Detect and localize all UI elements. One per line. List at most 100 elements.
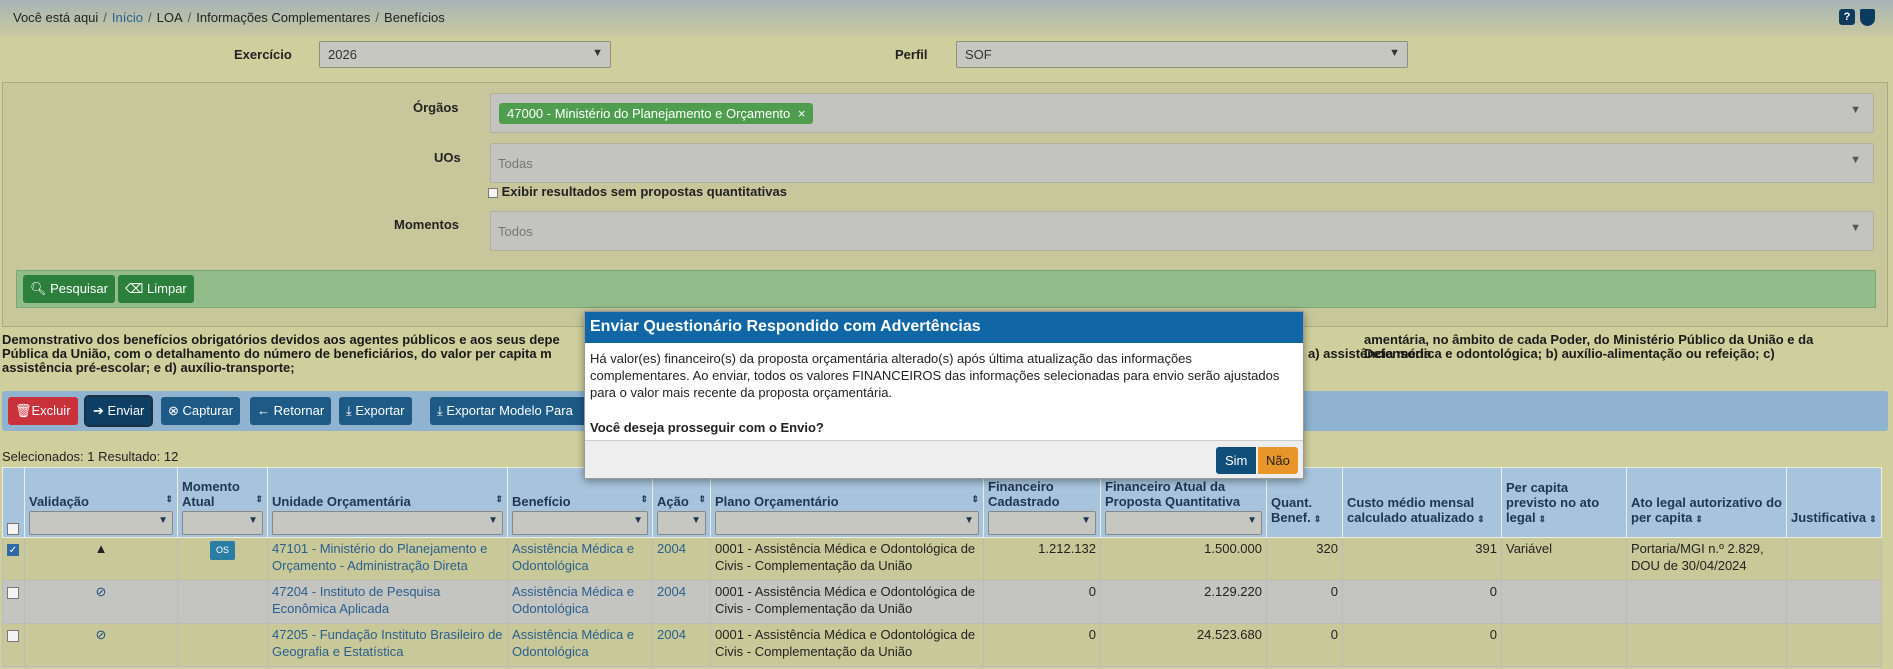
custo-cell: 0 (1342, 623, 1502, 667)
nao-button[interactable]: Não (1258, 447, 1298, 474)
filter-acao[interactable]: ▼ (657, 511, 706, 535)
col-plano-label: Plano Orçamentário (715, 494, 839, 509)
sort-icon[interactable]: ⇕ (971, 494, 979, 505)
blocked-icon: ⊘ (95, 627, 107, 642)
row-checkbox[interactable] (7, 586, 19, 599)
acao-link[interactable]: 2004 (657, 541, 686, 556)
orgaos-multiselect[interactable]: 47000 - Ministério do Planejamento e Orç… (490, 93, 1874, 133)
enviar-button[interactable]: ➔ Enviar (83, 395, 154, 427)
col-custo-label: Custo médio mensal calculado atualizado (1347, 495, 1475, 525)
beneficio-link[interactable]: Assistência Médica e Odontológica (512, 541, 634, 573)
capturar-button[interactable]: ⊗ Capturar (161, 397, 241, 425)
selection-count: Selecionados: 1 Resultado: 12 (2, 449, 179, 464)
perfil-select[interactable]: SOF ▼ (956, 41, 1408, 68)
filter-uo[interactable]: ▼ (272, 511, 503, 535)
sort-icon[interactable]: ⇕ (165, 494, 173, 505)
just-cell (1786, 623, 1882, 667)
exibir-checkbox-row[interactable]: Exibir resultados sem propostas quantita… (488, 184, 787, 199)
breadcrumb-inicio-link[interactable]: Início (112, 10, 143, 25)
pesquisar-button[interactable]: 🔍︎ Pesquisar (23, 275, 115, 303)
col-custo[interactable]: Custo médio mensal calculado atualizado ⇕ (1342, 467, 1502, 538)
table-row[interactable]: ⊘ 47205 - Fundação Instituto Brasileiro … (2, 623, 1882, 667)
col-uo-label: Unidade Orçamentária (272, 494, 411, 509)
help-icon[interactable]: ? (1839, 9, 1855, 25)
chevron-down-icon: ▼ (158, 515, 168, 526)
sort-icon[interactable]: ⇕ (1314, 514, 1322, 524)
filter-plano[interactable]: ▼ (715, 511, 979, 535)
col-uo[interactable]: Unidade Orçamentária ⇕ ▼ (267, 467, 508, 538)
sort-icon[interactable]: ⇕ (1477, 514, 1485, 524)
momentos-select[interactable]: Todos ▼ (490, 211, 1874, 251)
ato-cell: Portaria/MGI n.º 2.829, DOU de 30/04/202… (1626, 537, 1787, 581)
row-checkbox[interactable] (7, 629, 19, 642)
excluir-label: Excluir (31, 403, 71, 418)
chevron-down-icon: ▼ (1081, 515, 1091, 526)
arrow-right-icon: ➔ (93, 403, 104, 418)
filter-momento[interactable]: ▼ (182, 511, 263, 535)
exportar-button[interactable]: ⤓ Exportar (339, 397, 412, 425)
plano-cell: 0001 - Assistência Médica e Odontológica… (710, 623, 984, 667)
fin-atual-cell: 24.523.680 (1100, 623, 1267, 667)
acao-link[interactable]: 2004 (657, 584, 686, 599)
row-check-cell: ✓ (2, 537, 25, 581)
breadcrumb-beneficios: Benefícios (384, 10, 445, 25)
uos-label: UOs (434, 150, 461, 165)
sort-icon[interactable]: ⇕ (640, 494, 648, 505)
sort-icon[interactable]: ⇕ (255, 494, 263, 505)
just-cell (1786, 580, 1882, 624)
exercicio-label: Exercício (234, 47, 292, 62)
exibir-label: Exibir resultados sem propostas quantita… (501, 184, 787, 199)
row-checkbox[interactable]: ✓ (7, 543, 19, 556)
momento-cell: OS (177, 537, 268, 581)
chevron-down-icon: ▼ (1389, 47, 1400, 59)
uo-link[interactable]: 47101 - Ministério do Planejamento e Orç… (272, 541, 487, 573)
filter-fin-cad[interactable]: ▼ (988, 511, 1096, 535)
tag-remove-icon[interactable]: × (798, 106, 806, 121)
beneficio-cell: Assistência Médica e Odontológica (507, 580, 653, 624)
chevron-down-icon: ▼ (1850, 104, 1861, 116)
exportar-modelo-button[interactable]: ⤓ Exportar Modelo Para (430, 397, 590, 425)
uo-link[interactable]: 47205 - Fundação Instituto Brasileiro de… (272, 627, 503, 659)
percapita-cell: Variável (1501, 537, 1627, 581)
sort-icon[interactable]: ⇕ (698, 494, 706, 505)
select-all-checkbox[interactable] (7, 522, 19, 535)
momento-badge: OS (209, 541, 235, 560)
breadcrumb: Você está aqui / Início / LOA / Informações Co… (13, 10, 445, 25)
col-percapita[interactable]: Per capita previsto no ato legal ⇕ (1501, 467, 1627, 538)
filter-beneficio[interactable]: ▼ (512, 511, 648, 535)
chevron-down-icon: ▼ (1850, 154, 1861, 166)
chevron-down-icon: ▼ (633, 515, 643, 526)
download-icon: ⤓ (346, 403, 352, 418)
beneficio-link[interactable]: Assistência Médica e Odontológica (512, 584, 634, 616)
filter-fin-atual[interactable]: ▼ (1105, 511, 1262, 535)
fin-cad-cell: 0 (983, 623, 1101, 667)
retornar-button[interactable]: ← Retornar (250, 397, 332, 425)
plano-cell: 0001 - Assistência Médica e Odontológica… (710, 537, 984, 581)
sort-icon[interactable]: ⇕ (495, 494, 503, 505)
table-row[interactable]: ⊘ 47204 - Instituto de Pesquisa Econômic… (2, 580, 1882, 624)
uo-cell: 47204 - Instituto de Pesquisa Econômica … (267, 580, 508, 624)
sort-icon[interactable]: ⇕ (1695, 514, 1703, 524)
exibir-checkbox[interactable] (488, 187, 498, 198)
filter-validacao[interactable]: ▼ (29, 511, 173, 535)
beneficio-cell: Assistência Médica e Odontológica (507, 623, 653, 667)
table-row[interactable]: ✓ ▲ OS 47101 - Ministério do Planejament… (2, 537, 1882, 581)
beneficio-link[interactable]: Assistência Médica e Odontológica (512, 627, 634, 659)
col-validacao[interactable]: Validação ⇕ ▼ (24, 467, 178, 538)
uos-placeholder: Todas (498, 156, 533, 171)
sort-icon[interactable]: ⇕ (1869, 514, 1877, 524)
uos-select[interactable]: Todas ▼ (490, 143, 1874, 183)
limpar-button[interactable]: ⌫ Limpar (118, 275, 194, 303)
col-momento[interactable]: Momento Atual ⇕ ▼ (177, 467, 268, 538)
retornar-label: Retornar (273, 403, 325, 418)
sort-icon[interactable]: ⇕ (1539, 514, 1547, 524)
validacao-cell: ⊘ (24, 580, 178, 624)
shield-icon[interactable] (1860, 9, 1875, 26)
excluir-button[interactable]: 🗑︎Excluir (8, 397, 78, 425)
exercicio-select[interactable]: 2026 ▼ (319, 41, 611, 68)
acao-link[interactable]: 2004 (657, 627, 686, 642)
col-justificativa[interactable]: Justificativa ⇕ (1786, 467, 1882, 538)
sim-button[interactable]: Sim (1216, 447, 1257, 474)
col-ato[interactable]: Ato legal autorizativo do per capita ⇕ (1626, 467, 1787, 538)
uo-link[interactable]: 47204 - Instituto de Pesquisa Econômica … (272, 584, 440, 616)
